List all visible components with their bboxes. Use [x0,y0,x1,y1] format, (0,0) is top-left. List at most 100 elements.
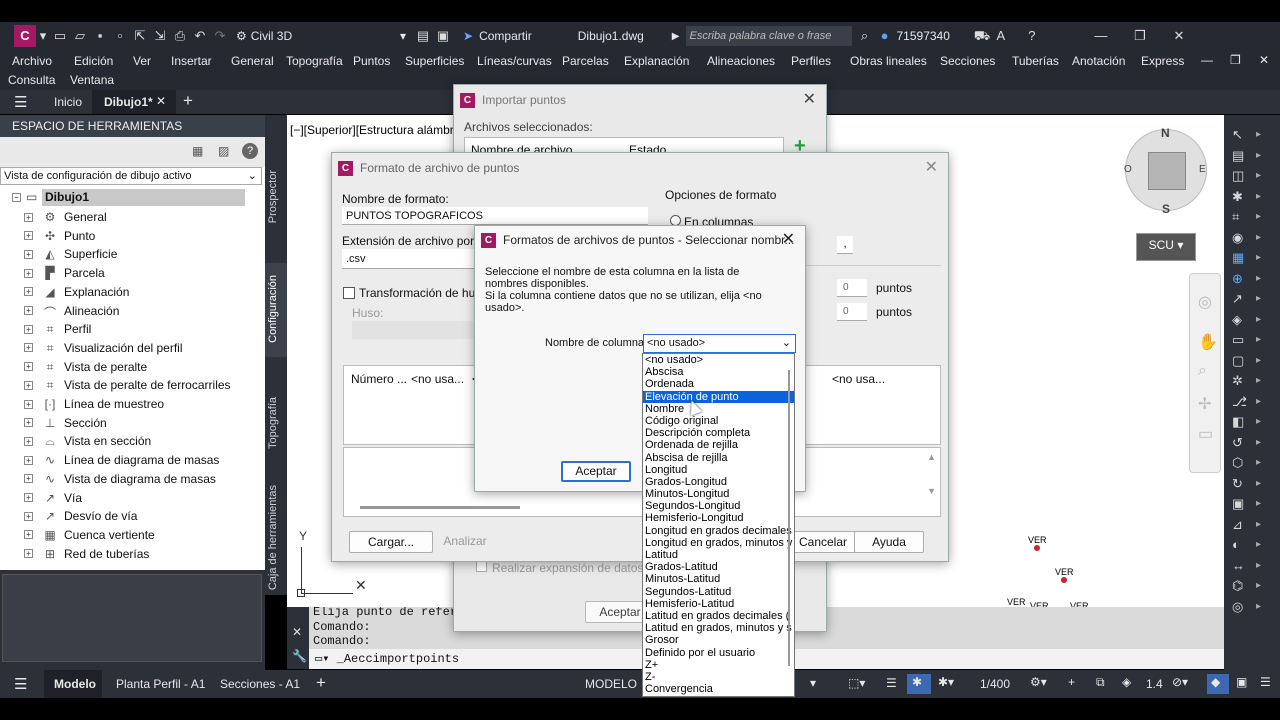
view-select[interactable]: Vista de configuración de dibujo activo … [0,167,262,185]
selection-icon[interactable]: ⬚▾ [848,676,865,690]
tree-expand-icon[interactable]: + [24,380,33,390]
tool-icon[interactable]: ⊕ [1232,271,1243,287]
load-button[interactable]: Cargar... [349,531,433,553]
dropdown-option[interactable]: Grosor [643,634,794,646]
column-name-dropdown-list[interactable]: <no usado> Abscisa Ordenada Elevación de pu… [642,353,795,697]
import-icon[interactable]: ⇱ [133,29,147,43]
tree-expand-icon[interactable]: + [24,362,33,372]
tool-expand-icon[interactable]: ▸ [1256,580,1261,591]
save-icon[interactable]: ▪ [93,29,107,43]
undo-icon[interactable]: ↶ [193,29,207,43]
tree-item[interactable]: + ◢ Explanación [24,283,129,301]
tool-icon[interactable]: ↺ [1232,435,1243,451]
delimiter-input[interactable]: , [837,236,853,254]
hardware-accel-icon[interactable]: ◆ [1211,675,1220,689]
tool-expand-icon[interactable]: ▸ [1256,211,1261,222]
tool-expand-icon[interactable]: ▸ [1256,314,1261,325]
dropdown-icon[interactable]: ▾ [39,29,47,43]
tree-item[interactable]: + ⌗ Vista de peralte [24,358,147,376]
steering-wheel-icon[interactable]: ◎ [1198,292,1212,312]
new-tab-icon[interactable]: + [183,91,193,111]
menu-explanacion[interactable]: Explanación [624,54,689,68]
toolspace-grid-icon[interactable]: ▦ [192,144,203,158]
tool-expand-icon[interactable]: ▸ [1256,519,1261,530]
tree-expand-icon[interactable]: + [24,268,33,278]
menu-edicion[interactable]: Edición [74,54,113,68]
workspace-select[interactable]: ⚙ Civil 3D ▾ [236,26,406,46]
ucs-menu[interactable]: SCU ▾ [1136,233,1196,261]
tool-expand-icon[interactable]: ▸ [1256,539,1261,550]
tool-icon[interactable]: ▭ [1232,332,1244,348]
grid-column-header[interactable]: Número ... [351,372,407,386]
dropdown-option[interactable]: Segundos-Longitud [643,500,794,512]
tool-expand-icon[interactable]: ▸ [1256,191,1261,202]
menu-insertar[interactable]: Insertar [171,54,212,68]
tree-expand-icon[interactable]: + [24,399,33,409]
menu-obras-lineales[interactable]: Obras lineales [850,54,927,68]
dropdown-option[interactable]: Grados-Longitud [643,476,794,488]
tool-icon[interactable]: ▦ [1232,250,1244,266]
tool-icon[interactable]: ⊿ [1232,517,1243,533]
open-folder-icon[interactable]: ▱ [73,29,87,43]
close-command-icon[interactable]: ✕ [292,625,302,639]
dropdown-option[interactable]: Nombre [643,403,794,415]
add-layout-icon[interactable]: + [316,673,326,693]
dropdown-option[interactable]: Latitud en grados, minutos y s [643,622,794,634]
tree-item[interactable]: + ▦ Cuenca vertiente [24,526,155,544]
new-file-icon[interactable]: ▭ [53,29,67,43]
tool-icon[interactable]: ✱ [1232,189,1243,205]
grid-column-header[interactable]: <no usa... [832,372,885,386]
tool-expand-icon[interactable]: ▸ [1256,129,1261,140]
tool-expand-icon[interactable]: ▸ [1256,601,1261,612]
dropdown-option[interactable]: Ordenada [643,378,794,390]
tree-item[interactable]: + ⊞ Red de tuberías [24,545,149,563]
vtab-caja-herramientas[interactable]: Caja de herramientas [267,485,279,590]
tree-expand-icon[interactable]: + [24,474,33,484]
menu-ventana[interactable]: Ventana [70,73,114,87]
vtab-topografia[interactable]: Topografía [267,397,279,449]
tool-icon[interactable]: ↔ [1232,558,1245,573]
tool-icon[interactable]: ▤ [1232,148,1244,164]
tool-icon[interactable]: ↻ [1232,476,1243,492]
tool-expand-icon[interactable]: ▸ [1256,334,1261,345]
tree-expand-icon[interactable]: + [24,455,33,465]
layout-menu-icon[interactable]: ☰ [14,675,27,693]
menu-perfiles[interactable]: Perfiles [791,54,831,68]
tool-expand-icon[interactable]: ▸ [1256,232,1261,243]
dropdown-option[interactable]: Minutos-Latitud [643,573,794,585]
tree-item[interactable]: + ⊥ Sección [24,414,107,432]
plus-icon[interactable]: + [1068,675,1075,689]
menu-general[interactable]: General [231,54,274,68]
lineweight-icon[interactable]: ☰ [886,676,897,690]
search-icon[interactable]: ⌕ [858,29,872,43]
print-icon[interactable]: ⎙ [173,29,187,43]
snap-icon[interactable]: ▾ [810,676,816,690]
tool-expand-icon[interactable]: ▸ [1256,498,1261,509]
dropdown-option[interactable]: Hemisferio-Longitud [643,512,794,524]
tree-item[interactable]: + ∿ Vista de diagrama de masas [24,470,216,488]
tree-item[interactable]: + ⌗ Vista de peralte de ferrocarriles [24,376,231,394]
dropdown-option[interactable]: Elevación de punto [643,390,794,403]
tree-item[interactable]: + ◭ Superficie [24,245,117,263]
vtab-prospector[interactable]: Prospector [267,170,279,223]
dropdown-option[interactable]: Longitud en grados, minutos y [643,537,794,549]
showmotion-icon[interactable]: ▭ [1198,424,1213,444]
tab-model[interactable]: Modelo [54,677,96,691]
read-lines-input[interactable]: 0 [837,303,867,321]
tab-layout-secciones[interactable]: Secciones - A1 [220,677,300,691]
tool-expand-icon[interactable]: ▸ [1256,375,1261,386]
tab-layout-planta[interactable]: Planta Perfil - A1 [116,677,205,691]
tree-item[interactable]: + ↗ Desvío de vía [24,507,137,525]
dropdown-option[interactable]: Definido por el usuario [643,647,794,659]
scroll-down-icon[interactable]: ▼ [927,486,936,496]
dropdown-option[interactable]: Z+ [643,659,794,671]
restore-icon[interactable]: ❐ [1133,29,1147,43]
tool-expand-icon[interactable]: ▸ [1256,170,1261,181]
tool-expand-icon[interactable]: ▸ [1256,457,1261,468]
tool-expand-icon[interactable]: ▸ [1256,355,1261,366]
menu-secciones[interactable]: Secciones [940,54,995,68]
app-logo[interactable]: C [14,25,36,47]
tool-icon[interactable]: ◧ [1232,414,1244,430]
select-close-icon[interactable]: ✕ [782,226,795,254]
tree-item[interactable]: + ∿ Línea de diagrama de masas [24,451,219,469]
